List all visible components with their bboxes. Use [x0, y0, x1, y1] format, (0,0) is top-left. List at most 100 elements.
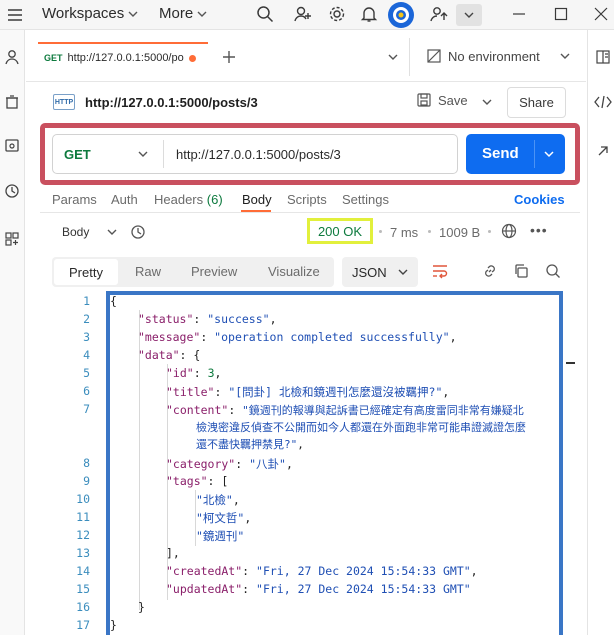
share-button[interactable]: Share: [507, 87, 566, 118]
line-number: 4: [83, 348, 90, 362]
code-line-wrap: 檢洩密違反偵查不公開而如今人都還在外面跑非常可能串證滅證怎麼: [196, 419, 526, 435]
tab-method: GET: [44, 53, 63, 63]
right-sidebar: [587, 30, 614, 635]
search-icon[interactable]: [254, 3, 276, 25]
code-line: "tags": [: [166, 474, 229, 488]
json-string: 檢洩密違反偵查不公開而如今人都還在外面跑非常可能串證滅證怎麼: [196, 421, 526, 434]
account-dropdown[interactable]: [456, 4, 482, 26]
save-button[interactable]: Save: [416, 92, 468, 108]
line-number: 17: [76, 618, 90, 632]
code-line: ],: [166, 546, 180, 560]
tab-headers[interactable]: Headers (6): [154, 192, 223, 207]
json-key: "updatedAt": [166, 582, 243, 596]
code-snippet-icon[interactable]: [592, 91, 614, 113]
request-tab[interactable]: GET http://127.0.0.1:5000/po: [38, 42, 208, 72]
avatar-logo-icon: [393, 7, 409, 23]
code-line: "createdAt": "Fri, 27 Dec 2024 15:54:33 …: [166, 564, 478, 578]
workspaces-menu[interactable]: Workspaces: [42, 5, 138, 22]
line-number: 10: [76, 492, 90, 506]
response-time[interactable]: 7 ms: [390, 225, 418, 240]
method-select[interactable]: GET: [64, 147, 91, 162]
line-number: 1: [83, 294, 90, 308]
avatar[interactable]: [388, 2, 414, 28]
cookies-link[interactable]: Cookies: [514, 192, 565, 207]
language-select[interactable]: JSON: [342, 257, 418, 287]
json-key: "content": [166, 403, 229, 417]
format-raw[interactable]: Raw: [135, 264, 161, 279]
code-line: "data": {: [138, 348, 201, 362]
code-line: "status": "success",: [138, 312, 277, 326]
save-options-chevron-icon[interactable]: [476, 91, 498, 113]
json-string: "鏡週刊": [196, 529, 245, 543]
notification-bell-icon[interactable]: [358, 3, 380, 25]
code-line-wrap: 還不盡快羈押禁見?",: [196, 438, 304, 451]
trash-icon[interactable]: [1, 91, 23, 113]
globe-icon[interactable]: [498, 220, 520, 242]
line-number: 9: [83, 474, 90, 488]
save-label: Save: [438, 92, 468, 108]
tab-headers-label: Headers: [154, 192, 204, 207]
tab-params[interactable]: Params: [52, 192, 97, 207]
response-body-dropdown[interactable]: Body: [62, 225, 117, 239]
apps-grid-icon[interactable]: [1, 228, 23, 250]
maximize-icon[interactable]: [550, 3, 572, 25]
copy-icon[interactable]: [510, 260, 532, 282]
tab-overflow-chevron-icon[interactable]: [382, 46, 404, 68]
json-key: "title": [166, 385, 215, 399]
line-number: 6: [83, 384, 90, 398]
more-menu[interactable]: More: [159, 5, 207, 22]
json-string: "[問卦] 北檢和鏡週刊怎麼還沒被羈押?": [228, 385, 443, 399]
response-body-label: Body: [62, 225, 90, 239]
monitor-icon[interactable]: [1, 135, 23, 157]
status-badge[interactable]: 200 OK: [307, 218, 373, 244]
response-size[interactable]: 1009 B: [439, 225, 480, 240]
format-pretty[interactable]: Pretty: [54, 259, 118, 285]
json-string: "八卦": [249, 457, 286, 471]
user-icon[interactable]: [1, 46, 23, 68]
method-chevron-icon[interactable]: [132, 143, 154, 165]
settings-gear-icon[interactable]: [326, 3, 348, 25]
tab-settings[interactable]: Settings: [342, 192, 389, 207]
environment-selector[interactable]: No environment: [426, 48, 570, 64]
send-button[interactable]: Send: [466, 134, 565, 174]
upgrade-user-icon[interactable]: [428, 3, 450, 25]
close-window-icon[interactable]: [590, 3, 612, 25]
json-key: "tags": [166, 474, 208, 488]
code-line: "北檢",: [196, 493, 240, 507]
related-collections-icon[interactable]: [592, 140, 614, 162]
wrap-lines-icon[interactable]: [429, 260, 451, 282]
headers-count: (6): [206, 192, 223, 207]
tab-scripts[interactable]: Scripts: [287, 192, 327, 207]
minimize-icon[interactable]: [508, 3, 530, 25]
documentation-icon[interactable]: [592, 46, 614, 68]
no-environment-icon: [427, 49, 441, 63]
search-response-icon[interactable]: [542, 260, 564, 282]
invite-user-icon[interactable]: [292, 3, 314, 25]
line-number: 13: [76, 546, 90, 560]
response-history-icon[interactable]: [127, 221, 149, 243]
format-preview[interactable]: Preview: [191, 264, 237, 279]
history-icon[interactable]: [1, 180, 23, 202]
link-icon[interactable]: [479, 260, 501, 282]
divider: [409, 38, 410, 76]
tab-auth[interactable]: Auth: [111, 192, 138, 207]
code-line: "鏡週刊": [196, 528, 244, 544]
send-label: Send: [482, 145, 519, 162]
json-string: "success": [207, 312, 270, 326]
json-key: "data": [138, 348, 180, 362]
new-tab-plus-icon[interactable]: [218, 46, 240, 68]
chevron-down-icon: [197, 11, 207, 17]
format-visualize[interactable]: Visualize: [268, 264, 320, 279]
json-string: 還不盡快羈押禁見?": [196, 438, 298, 451]
tab-body[interactable]: Body: [242, 192, 272, 207]
url-input[interactable]: http://127.0.0.1:5000/posts/3: [176, 147, 341, 162]
more-options-icon[interactable]: •••: [530, 222, 548, 238]
menu-icon[interactable]: [4, 4, 26, 26]
environment-label: No environment: [448, 48, 540, 64]
chevron-down-icon: [107, 229, 117, 235]
json-key: "category": [166, 457, 236, 471]
code-line: "category": "八卦",: [166, 457, 293, 471]
code-line: }: [138, 600, 145, 614]
request-title[interactable]: http://127.0.0.1:5000/posts/3: [85, 95, 258, 110]
divider: [40, 212, 580, 213]
